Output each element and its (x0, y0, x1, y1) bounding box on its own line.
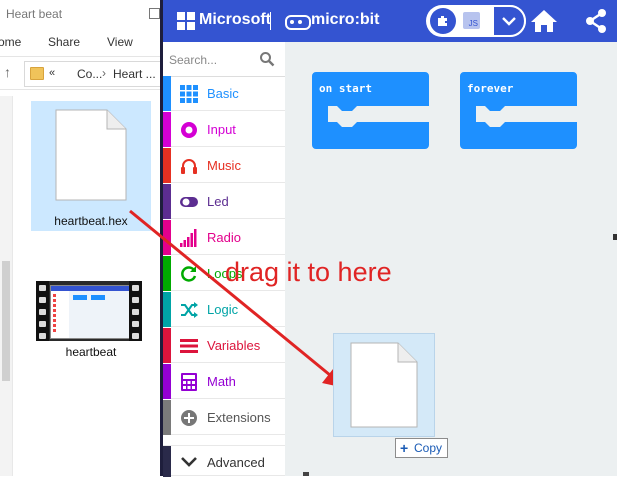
category-math[interactable]: Math (163, 364, 285, 399)
breadcrumb-computer[interactable]: Co... (77, 67, 102, 81)
product-label: micro:bit (311, 11, 380, 28)
category-logic[interactable]: Logic (163, 292, 285, 327)
breadcrumb-heart[interactable]: Heart ... (113, 67, 156, 81)
list-icon (180, 339, 198, 353)
loop-arrow-icon (181, 266, 197, 282)
category-label: Variables (207, 338, 261, 353)
up-arrow-icon[interactable]: ↑ (4, 64, 11, 80)
nav-pane-scrollbar[interactable] (2, 261, 10, 381)
editor-toggle: JS (426, 5, 526, 37)
ribbon-tab-share[interactable]: Share (48, 35, 80, 49)
js-label: JS (463, 12, 480, 29)
category-label: Radio (207, 230, 241, 245)
editor-header: Microsoft micro:bit JS (163, 0, 617, 42)
ribbon-tab-home[interactable]: ome (0, 35, 21, 49)
chevron-down-icon (502, 17, 516, 26)
shuffle-icon (181, 302, 198, 318)
explorer-title: Heart beat (6, 7, 63, 21)
target-icon (181, 122, 197, 138)
explorer-title-bar[interactable]: Heart beat (0, 0, 160, 28)
header-divider (270, 12, 271, 30)
toggle-icon (180, 197, 198, 207)
category-extensions[interactable]: Extensions (163, 400, 285, 435)
category-label: Math (207, 374, 236, 389)
file-item-heartbeat-hex[interactable]: heartbeat.hex (31, 101, 151, 231)
file-name: heartbeat (65, 345, 117, 359)
blocks-editor-button[interactable] (430, 8, 456, 34)
search-icon[interactable] (259, 51, 275, 67)
maximize-icon[interactable] (149, 8, 160, 19)
editor-dropdown-button[interactable] (492, 5, 526, 37)
headphones-icon (181, 159, 197, 174)
signal-bars-icon (180, 229, 197, 247)
plus-icon: + (400, 440, 409, 456)
category-label: Led (207, 194, 229, 209)
search-input[interactable] (167, 46, 261, 74)
category-label: Extensions (207, 410, 271, 425)
breadcrumb-separator: › (102, 66, 106, 80)
puzzle-icon (438, 16, 447, 26)
document-icon (350, 342, 418, 428)
microsoft-logo-icon (177, 12, 195, 30)
chevron-down-icon (181, 457, 197, 467)
drag-instruction-text: drag it to here (225, 257, 392, 287)
ribbon-tab-view[interactable]: View (107, 35, 133, 49)
grid-icon (180, 85, 198, 103)
javascript-editor-button[interactable]: JS (456, 11, 488, 31)
document-icon (55, 109, 127, 201)
file-item-heartbeat-video[interactable] (36, 281, 142, 341)
category-led[interactable]: Led (163, 184, 285, 219)
category-label: Music (207, 158, 241, 173)
category-input[interactable]: Input (163, 112, 285, 147)
forever-block[interactable]: forever (460, 72, 577, 154)
toolbox-search (163, 42, 285, 77)
on-start-block[interactable]: on start (312, 72, 429, 154)
explorer-ribbon: ome Share View (0, 28, 160, 57)
calculator-icon (181, 373, 197, 391)
category-label: Logic (207, 302, 239, 317)
copy-label: Copy (414, 441, 443, 455)
category-label: Input (207, 122, 236, 137)
category-radio[interactable]: Radio (163, 220, 285, 255)
film-strip-left (36, 281, 49, 341)
copy-tooltip: + Copy (395, 438, 448, 458)
category-basic[interactable]: Basic (163, 76, 285, 111)
workspace-bottom-marker (303, 472, 309, 476)
microbit-logo-icon (285, 15, 311, 30)
film-strip-right (129, 281, 142, 341)
category-music[interactable]: Music (163, 148, 285, 183)
breadcrumb-overflow[interactable]: « (49, 67, 55, 79)
category-label: Advanced (207, 455, 265, 470)
block-label: on start (319, 82, 372, 95)
category-label: Basic (207, 86, 239, 101)
category-variables[interactable]: Variables (163, 328, 285, 363)
folder-icon (30, 67, 44, 80)
block-label: forever (467, 82, 514, 95)
file-explorer-window: Heart beat ome Share View ↑ « Co... › He… (0, 0, 161, 476)
file-name: heartbeat.hex (54, 214, 128, 228)
home-icon[interactable] (529, 8, 559, 34)
category-advanced[interactable]: Advanced (163, 445, 285, 477)
navigation-pane[interactable] (0, 96, 13, 476)
video-thumbnail-icon (50, 285, 130, 339)
address-bar[interactable]: « Co... › Heart ... (24, 61, 161, 87)
brand-label: Microsoft (199, 11, 271, 28)
share-icon[interactable] (583, 8, 609, 34)
explorer-address-area: ↑ « Co... › Heart ... (0, 57, 161, 90)
drag-file-preview (333, 333, 435, 437)
plus-circle-icon (181, 410, 197, 426)
workspace-edge-marker (613, 234, 617, 240)
